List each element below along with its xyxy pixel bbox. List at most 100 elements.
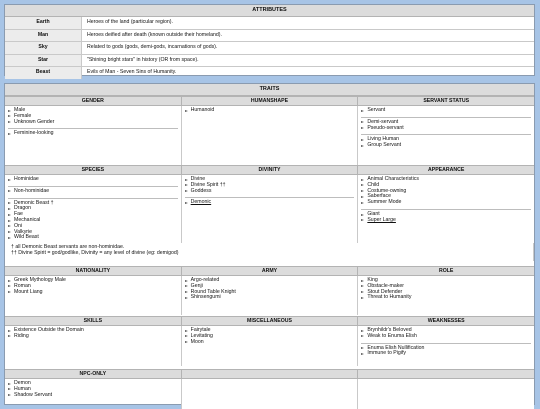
attribute-description: Heroes of the land (particular region). — [87, 19, 173, 25]
footnote-divine-spirit: †† Divine Spirit = god/godlike, Divinity… — [11, 249, 179, 256]
trait-item: Shinsengumi — [184, 295, 355, 301]
trait-group: Giant Super Large — [361, 211, 531, 224]
trait-group: Enuma Elish Nullification Immune to Pigif… — [361, 345, 531, 358]
trait-group: Greek Mythology Male Roman Mount Liang — [8, 277, 178, 296]
gender-header: GENDER — [5, 96, 182, 106]
divinity-header: DIVINITY — [181, 165, 359, 175]
trait-group: Demon Human Shadow Servant — [8, 380, 178, 399]
trait-group: Servant — [361, 107, 531, 114]
trait-item: Riding — [8, 333, 178, 340]
trait-item[interactable]: Demonic — [184, 200, 355, 206]
trait-group: Demonic Beast † Dragon Fae Mechanical Oni Val… — [8, 200, 178, 242]
trait-item: Hominidae — [8, 176, 178, 183]
role-header: ROLE — [358, 266, 535, 276]
attribute-row: Man Heroes deified after death (known out… — [5, 29, 534, 42]
species-list: Hominidae Non-hominidae Demonic Beast † Dra… — [5, 175, 182, 243]
army-header: ARMY — [181, 266, 359, 276]
group-divider — [184, 197, 355, 199]
trait-group: Brynhildr's Beloved Weak to Enuma Elish — [361, 327, 531, 340]
role-list: King Obstacle-maker Stout Defender Threat t… — [358, 276, 534, 315]
attributes-rows: Earth Heroes of the land (particular regi… — [5, 17, 534, 79]
skills-header: SKILLS — [5, 316, 182, 326]
traits-section-2: SPECIES DIVINITY APPEARANCE Hominidae Non… — [5, 165, 535, 261]
attribute-name: Sky — [5, 42, 82, 54]
trait-group: Male Female Unknown Gender — [8, 107, 178, 126]
group-divider — [8, 128, 178, 130]
attribute-name: Man — [5, 29, 82, 41]
trait-group: Humanoid — [184, 107, 355, 114]
trait-item: Pseudo-servant — [361, 125, 531, 132]
trait-item: Summer Mode — [361, 199, 531, 206]
weaknesses-list: Brynhildr's Beloved Weak to Enuma Elish En… — [358, 326, 534, 366]
trait-group: Non-hominidae — [8, 188, 178, 195]
nationality-header: NATIONALITY — [5, 266, 182, 276]
traits-table: TRAITS GENDER HUMANSHAPE SERVANT STATUS … — [4, 83, 535, 409]
attribute-description: "Shining bright stars" in history (OR fr… — [87, 56, 199, 63]
trait-item: Shadow Servant — [8, 392, 178, 399]
trait-item: Moon — [184, 339, 355, 346]
npc-only-header: NPC-ONLY — [5, 369, 182, 379]
trait-group: King Obstacle-maker Stout Defender Threat t… — [361, 277, 531, 301]
group-divider — [361, 208, 532, 210]
attributes-title: ATTRIBUTES — [5, 5, 534, 17]
trait-item: Group Servant — [361, 142, 531, 149]
attribute-name: Beast — [5, 67, 82, 79]
trait-group: Feminine-looking — [8, 131, 178, 137]
humanshape-list: Humanoid — [182, 106, 359, 165]
attribute-description: Heroes deified after death (known outsid… — [87, 31, 222, 38]
attribute-row: Earth Heroes of the land (particular regi… — [5, 17, 534, 30]
group-divider — [361, 134, 532, 136]
species-header: SPECIES — [5, 165, 182, 175]
trait-item: Weak to Enuma Elish — [361, 333, 531, 340]
attribute-description: Related to gods (gods, demi-gods, incarn… — [87, 44, 218, 50]
attribute-row: Star "Shining bright stars" in history (O… — [5, 54, 534, 67]
trait-item: Feminine-looking — [8, 131, 178, 137]
attribute-name: Star — [5, 54, 82, 66]
trait-item: Non-hominidae — [8, 188, 178, 195]
divinity-list: Divine Divine Spirit †† Goddess Demonic — [182, 175, 359, 243]
appearance-header: APPEARANCE — [358, 165, 535, 175]
trait-group: Living Human Group Servant — [361, 137, 531, 149]
nationality-list: Greek Mythology Male Roman Mount Liang — [5, 276, 182, 315]
gender-list: Male Female Unknown Gender Feminine-looking — [5, 106, 182, 165]
attribute-row: Beast Evils of Man - Seven Sins of Humani… — [5, 67, 534, 79]
traits-section-5: NPC-ONLY Demon Human Shadow Servant — [5, 369, 535, 409]
trait-item: Threat to Humanity — [361, 295, 531, 301]
traits-section-4: SKILLS MISCELLANEOUS WEAKNESSES Existenc… — [5, 316, 535, 366]
trait-group: Demonic — [184, 200, 355, 206]
appearance-list: Animal Characteristics Child Costume-ownin… — [358, 175, 534, 243]
traits-section-1: GENDER HUMANSHAPE SERVANT STATUS Male Fem… — [5, 96, 535, 165]
group-divider — [8, 197, 178, 199]
trait-group: Argo-related Genji Round Table Knight Shins… — [184, 277, 355, 301]
miscellaneous-header: MISCELLANEOUS — [181, 316, 359, 326]
attributes-table: ATTRIBUTES Earth Heroes of the land (part… — [4, 4, 535, 79]
group-divider — [361, 342, 532, 344]
footnotes: † all Demonic Beast servants are non-hom… — [5, 243, 534, 261]
trait-group: Existence Outside the Domain Riding — [8, 327, 178, 340]
trait-item: Wild Beast — [8, 235, 178, 241]
weaknesses-header: WEAKNESSES — [358, 316, 535, 326]
trait-item[interactable]: Super Large — [361, 217, 531, 224]
miscellaneous-list: Fairytale Levitating Moon — [182, 326, 359, 366]
skills-list: Existence Outside the Domain Riding — [5, 326, 182, 366]
army-list: Argo-related Genji Round Table Knight Shins… — [182, 276, 359, 315]
trait-item: Immune to Pigify — [361, 351, 531, 357]
group-divider — [8, 185, 178, 187]
servant-status-header: SERVANT STATUS — [358, 96, 535, 106]
trait-group: Animal Characteristics Child Costume-ownin… — [361, 176, 531, 206]
trait-item: Unknown Gender — [8, 119, 178, 126]
trait-item: Servant — [361, 107, 531, 114]
trait-group: Hominidae — [8, 176, 178, 183]
trait-item: Humanoid — [184, 107, 355, 114]
trait-group: Divine Divine Spirit †† Goddess — [184, 176, 355, 195]
trait-item: Goddess — [184, 188, 355, 195]
group-divider — [361, 116, 532, 118]
empty-header-3 — [358, 369, 535, 379]
traits-title: TRAITS — [5, 84, 534, 96]
humanshape-header: HUMANSHAPE — [181, 96, 359, 106]
trait-item: Mount Liang — [8, 289, 178, 296]
attribute-row: Sky Related to gods (gods, demi-gods, inc… — [5, 42, 534, 55]
empty-header-2 — [181, 369, 359, 379]
attribute-name: Earth — [5, 17, 82, 29]
trait-group: Fairytale Levitating Moon — [184, 327, 355, 346]
